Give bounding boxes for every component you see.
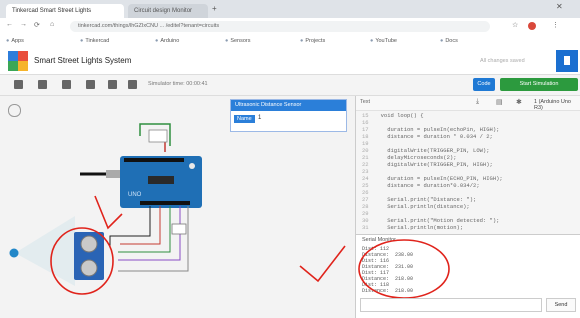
url-input[interactable]: tinkercad.com/things/lhGZIxCNU ... /edit… bbox=[70, 21, 490, 32]
sensor-properties-popup: Ultrasonic Distance Sensor Name 1 bbox=[230, 99, 347, 132]
share-button[interactable] bbox=[556, 50, 578, 72]
bookmark-item[interactable]: Apps bbox=[6, 38, 24, 44]
annotation-check-sensor bbox=[94, 195, 123, 230]
send-button[interactable]: Send bbox=[546, 298, 576, 312]
code-editor-panel: Text ⤓ ▤ ✱ 1 (Arduino Uno R3) 15 void lo… bbox=[355, 96, 580, 234]
bookmark-item[interactable]: YouTube bbox=[370, 38, 397, 44]
code-line: 31 Serial.println(motion); bbox=[362, 224, 464, 231]
code-line: 30 Serial.print("Motion detected: "); bbox=[362, 217, 500, 224]
code-line: 25 distance = duration*0.034/2; bbox=[362, 182, 480, 189]
browser-tab-bar: Tinkercad Smart Street Lights Circuit de… bbox=[0, 0, 580, 18]
redo-icon[interactable] bbox=[86, 80, 95, 89]
wire-extra bbox=[118, 206, 189, 272]
resistor-module bbox=[148, 129, 168, 143]
popup-title: Ultrasonic Distance Sensor bbox=[231, 100, 346, 111]
flip-icon[interactable] bbox=[128, 80, 137, 89]
editor-toolbar: Simulator time: 00:00:41 Code Start Simu… bbox=[0, 75, 580, 96]
app-header: Smart Street Lights System All changes s… bbox=[0, 48, 580, 75]
back-icon[interactable]: ← bbox=[6, 21, 13, 28]
serial-monitor-panel: Serial Monitor Dist: 112 Distance: 238.0… bbox=[355, 234, 580, 318]
sensor-detection-cone bbox=[15, 216, 75, 286]
code-panel-header: Text ⤓ ▤ ✱ 1 (Arduino Uno R3) bbox=[356, 96, 580, 111]
code-line: 21 delayMicroseconds(2); bbox=[362, 154, 457, 161]
simulator-time: Simulator time: 00:00:41 bbox=[148, 81, 208, 87]
serial-monitor-title: Serial Monitor bbox=[362, 237, 396, 243]
save-status: All changes saved bbox=[480, 58, 525, 64]
target-object-dot bbox=[9, 248, 19, 258]
code-line: 20 digitalWrite(TRIGGER_PIN, LOW); bbox=[362, 147, 490, 154]
arduino-reset bbox=[189, 163, 195, 169]
extension-icon[interactable] bbox=[528, 22, 536, 30]
code-line: 22 digitalWrite(TRIGGER_PIN, HIGH); bbox=[362, 161, 493, 168]
undo-icon[interactable] bbox=[62, 80, 71, 89]
bookmark-item[interactable]: Sensors bbox=[225, 38, 250, 44]
code-mode-select[interactable]: Text bbox=[360, 99, 370, 105]
window-close-icon[interactable]: ✕ bbox=[556, 2, 563, 11]
bookmark-item[interactable]: Projects bbox=[300, 38, 325, 44]
code-line: 26 bbox=[362, 189, 369, 196]
arduino-logo-text: UNO bbox=[128, 192, 142, 198]
code-line: 18 distance = duration * 0.034 / 2; bbox=[362, 133, 493, 140]
start-simulation-button[interactable]: Start Simulation bbox=[500, 78, 578, 91]
pir-module bbox=[171, 223, 187, 235]
new-tab-icon[interactable]: + bbox=[212, 4, 217, 13]
upload-icon[interactable]: ▤ bbox=[496, 98, 503, 106]
serial-input[interactable] bbox=[360, 298, 542, 312]
code-button[interactable]: Code bbox=[473, 78, 495, 91]
sensor-transducer-1 bbox=[80, 235, 98, 253]
arduino-header-top bbox=[124, 158, 184, 162]
forward-icon[interactable]: → bbox=[20, 21, 27, 28]
code-lines[interactable]: 15 void loop() { 16 17 duration = pulseI… bbox=[356, 112, 580, 232]
delete-icon[interactable] bbox=[38, 80, 47, 89]
code-line: 17 duration = pulseIn(echoPin, HIGH); bbox=[362, 126, 500, 133]
bookmarks-bar: Apps Tinkercad Arduino Sensors Projects … bbox=[0, 35, 580, 49]
arduino-chip bbox=[148, 176, 174, 184]
code-line: 29 bbox=[362, 210, 369, 217]
code-line: 24 duration = pulseIn(ECHO_PIN, HIGH); bbox=[362, 175, 503, 182]
debug-icon[interactable]: ✱ bbox=[516, 98, 522, 106]
code-line: 19 bbox=[362, 140, 369, 147]
arduino-header-bottom bbox=[140, 201, 190, 205]
tab-label: Circuit design Monitor bbox=[134, 8, 193, 14]
wire-gnd bbox=[109, 206, 151, 246]
tab-label: Tinkercad Smart Street Lights bbox=[12, 8, 92, 14]
code-line: 15 void loop() { bbox=[362, 112, 424, 119]
popup-name-input[interactable]: 1 bbox=[258, 115, 261, 121]
usb-plug bbox=[106, 170, 120, 178]
sensor-transducer-2 bbox=[80, 259, 98, 277]
wire-trig bbox=[118, 206, 171, 253]
tinkercad-logo[interactable] bbox=[8, 51, 28, 71]
star-icon[interactable]: ☆ bbox=[512, 21, 518, 29]
popup-name-label: Name bbox=[234, 115, 255, 123]
rotate-icon[interactable] bbox=[14, 80, 23, 89]
wire-vcc bbox=[120, 206, 161, 245]
code-line: 16 bbox=[362, 119, 369, 126]
browser-tab-inactive[interactable]: Circuit design Monitor bbox=[128, 4, 208, 18]
reload-icon[interactable]: ⟳ bbox=[34, 21, 40, 29]
zoom-fit-icon[interactable] bbox=[8, 104, 21, 117]
share-icon bbox=[564, 56, 570, 65]
board-select[interactable]: 1 (Arduino Uno R3) bbox=[534, 99, 580, 111]
code-line: 27 Serial.print("Distance: "); bbox=[362, 196, 477, 203]
home-icon[interactable]: ⌂ bbox=[50, 21, 54, 28]
menu-icon[interactable]: ⋮ bbox=[552, 21, 559, 29]
download-icon[interactable]: ⤓ bbox=[476, 98, 479, 106]
serial-line: Distance: 218.00 bbox=[362, 288, 414, 294]
code-line: 23 bbox=[362, 168, 369, 175]
code-line: 28 Serial.println(distance); bbox=[362, 203, 470, 210]
bookmark-item[interactable]: Docs bbox=[440, 38, 458, 44]
project-title[interactable]: Smart Street Lights System bbox=[34, 56, 131, 65]
annotation-check-serial bbox=[299, 245, 346, 283]
notes-icon[interactable] bbox=[108, 80, 117, 89]
address-bar-row: ← → ⟳ ⌂ tinkercad.com/things/lhGZIxCNU .… bbox=[0, 18, 580, 36]
browser-tab-active[interactable]: Tinkercad Smart Street Lights bbox=[6, 4, 124, 18]
bookmark-item[interactable]: Arduino bbox=[155, 38, 179, 44]
bookmark-item[interactable]: Tinkercad bbox=[80, 38, 109, 44]
